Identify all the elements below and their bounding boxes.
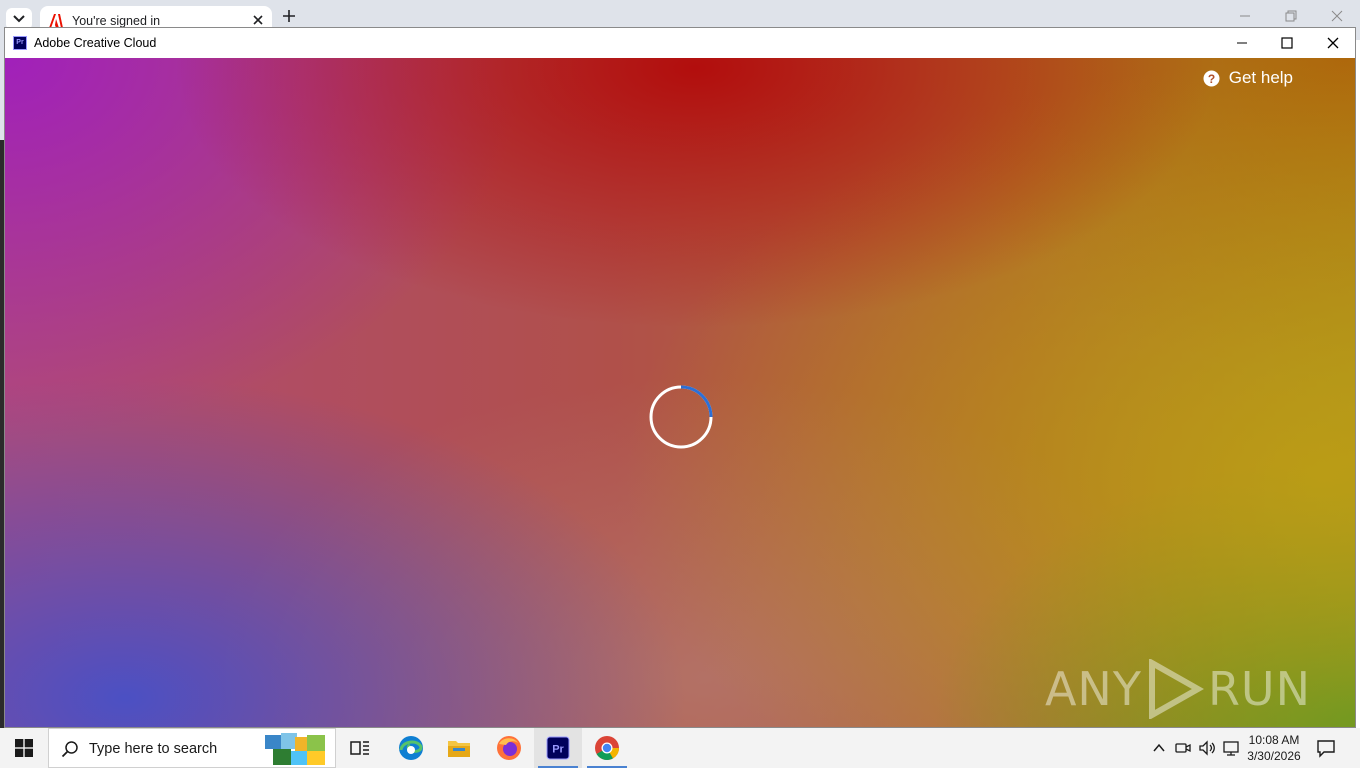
task-view-button[interactable] bbox=[336, 728, 384, 768]
get-help-link[interactable]: ? Get help bbox=[1203, 68, 1293, 88]
notifications-icon[interactable] bbox=[1316, 738, 1336, 758]
file-explorer-taskbar-button[interactable] bbox=[435, 728, 483, 768]
premiere-pro-icon: Pr bbox=[546, 736, 570, 760]
folder-icon bbox=[448, 741, 470, 757]
chrome-icon bbox=[595, 736, 619, 761]
watermark-text-left: ANY bbox=[1044, 662, 1142, 716]
taskbar-search[interactable]: Type here to search bbox=[48, 728, 336, 768]
chrome-taskbar-button[interactable] bbox=[583, 728, 631, 768]
premiere-app-icon: Pr bbox=[13, 36, 27, 50]
task-view-icon bbox=[350, 741, 369, 755]
start-button[interactable] bbox=[0, 728, 48, 768]
browser-tab-title: You're signed in bbox=[72, 14, 161, 28]
help-circle-icon: ? bbox=[1203, 70, 1220, 86]
loading-spinner-icon bbox=[649, 385, 713, 449]
close-button[interactable] bbox=[1310, 28, 1356, 58]
loading-screen: ? Get help ANY RUN bbox=[5, 58, 1355, 727]
taskbar: Type here to search Pr 10:08 AM 3/30/202… bbox=[0, 728, 1360, 768]
browser-restore-icon[interactable] bbox=[1285, 10, 1297, 22]
edge-icon bbox=[399, 736, 423, 760]
creative-cloud-window: Pr Adobe Creative Cloud ? Get help ANY R… bbox=[4, 27, 1356, 728]
windows-logo-icon bbox=[15, 739, 33, 757]
get-help-label: Get help bbox=[1228, 68, 1293, 87]
browser-close-icon[interactable] bbox=[1331, 10, 1343, 22]
puzzle-pieces-icon bbox=[265, 733, 325, 765]
maximize-icon bbox=[1281, 37, 1293, 49]
firefox-icon bbox=[497, 736, 521, 760]
browser-minimize-icon[interactable] bbox=[1239, 10, 1251, 22]
close-tab-icon[interactable] bbox=[252, 14, 264, 26]
firefox-taskbar-button[interactable] bbox=[485, 728, 533, 768]
close-icon bbox=[1327, 37, 1339, 49]
show-hidden-icons-icon[interactable] bbox=[1152, 739, 1166, 757]
maximize-button[interactable] bbox=[1264, 28, 1310, 58]
anyrun-watermark: ANY RUN bbox=[1045, 659, 1311, 719]
search-placeholder: Type here to search bbox=[89, 741, 218, 757]
meet-now-icon[interactable] bbox=[1175, 739, 1191, 757]
minimize-icon bbox=[1237, 42, 1247, 44]
clock-date: 3/30/2026 bbox=[1247, 749, 1301, 763]
svg-text:?: ? bbox=[1208, 72, 1215, 86]
network-icon[interactable] bbox=[1222, 739, 1240, 757]
search-icon bbox=[61, 741, 78, 758]
window-title: Adobe Creative Cloud bbox=[34, 36, 157, 50]
chevron-down-icon bbox=[13, 15, 25, 23]
edge-taskbar-button[interactable] bbox=[387, 728, 435, 768]
play-logo-icon bbox=[1148, 659, 1204, 719]
premiere-pro-taskbar-button[interactable]: Pr bbox=[534, 728, 582, 768]
new-tab-icon[interactable] bbox=[282, 9, 296, 23]
watermark-text-right: RUN bbox=[1207, 662, 1311, 716]
volume-icon[interactable] bbox=[1198, 739, 1216, 757]
clock-time: 10:08 AM bbox=[1248, 733, 1300, 747]
title-bar: Pr Adobe Creative Cloud bbox=[5, 28, 1355, 58]
svg-text:Pr: Pr bbox=[552, 744, 564, 756]
minimize-button[interactable] bbox=[1219, 28, 1265, 58]
taskbar-clock[interactable]: 10:08 AM 3/30/2026 bbox=[1240, 732, 1308, 764]
